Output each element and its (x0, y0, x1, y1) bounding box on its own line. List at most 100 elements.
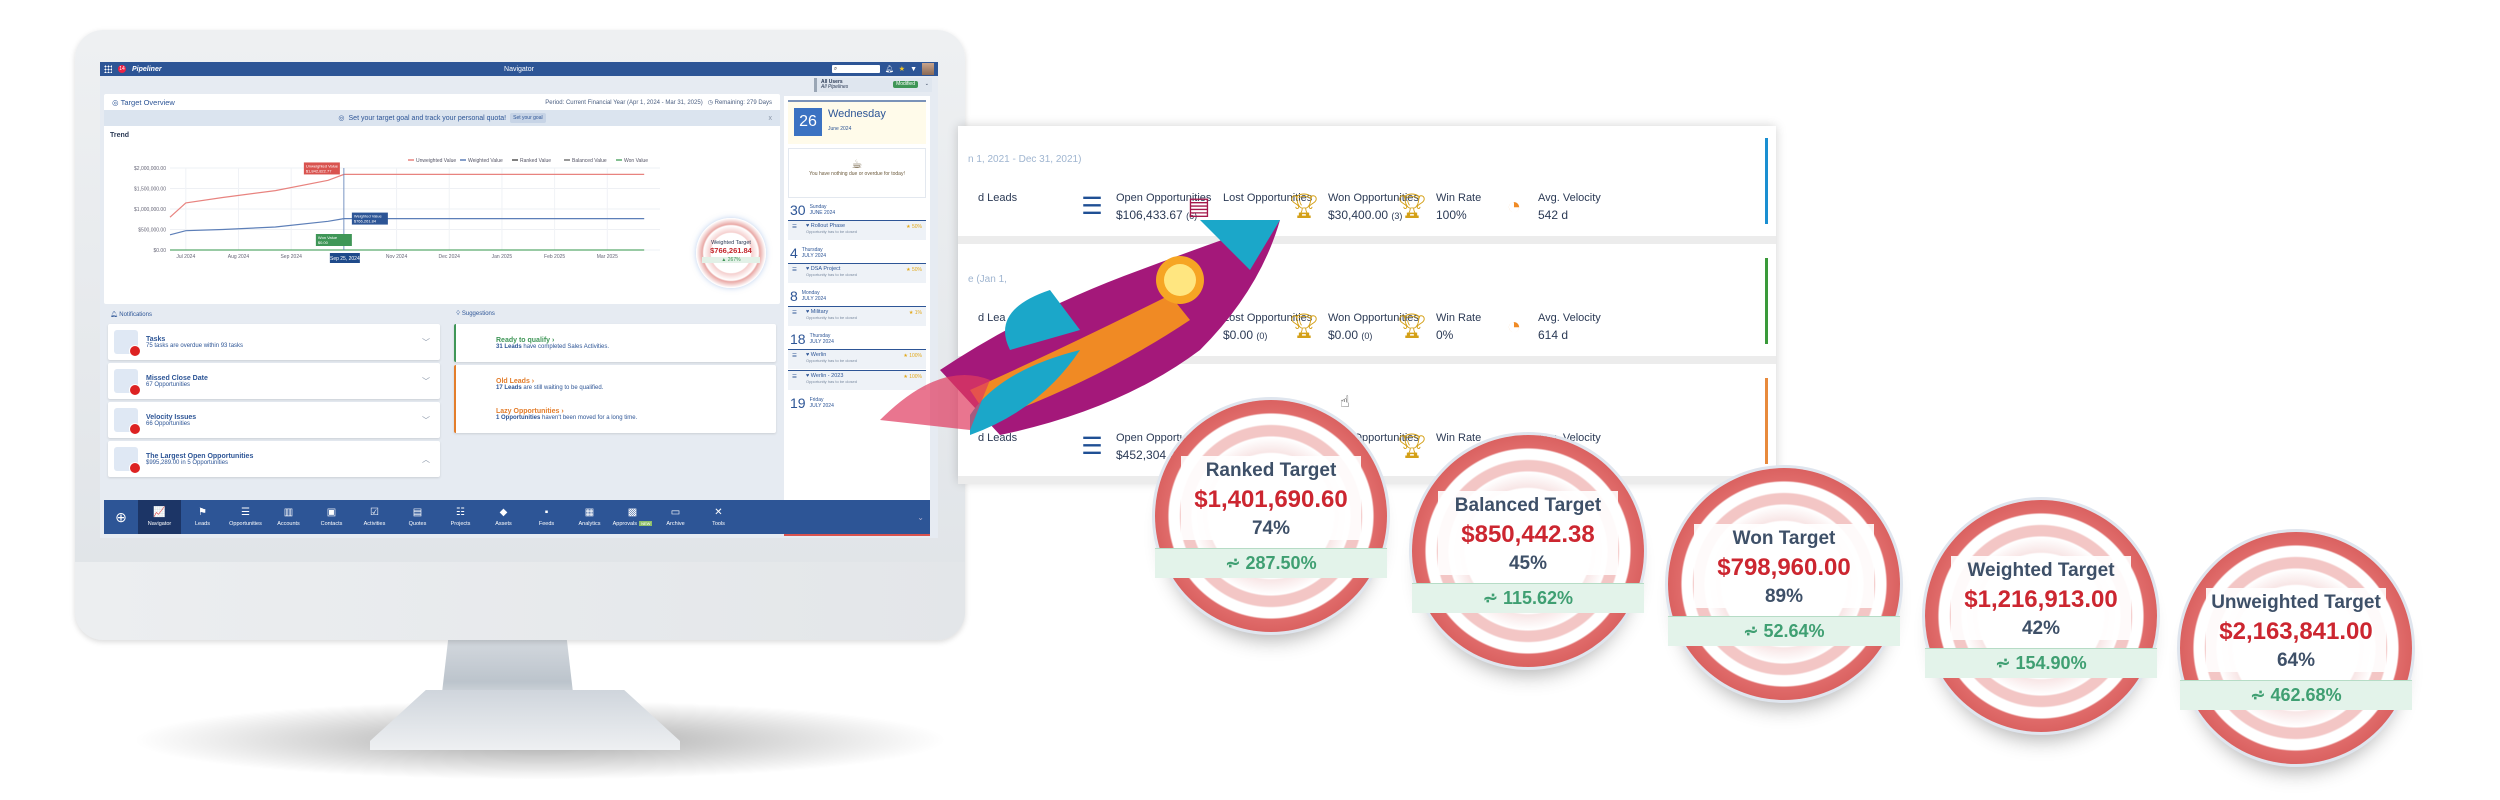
suggestion-title[interactable]: Old Leads › (496, 378, 770, 385)
remaining-value: 279 Days (746, 99, 772, 106)
apps-grid-icon[interactable] (104, 65, 112, 73)
suggestion-title[interactable]: Ready to qualify › (496, 337, 770, 344)
target-amount: $1,216,913.00 (1964, 586, 2118, 613)
series-line-weighted-value (169, 218, 645, 236)
star-icon[interactable]: ★ (899, 65, 905, 73)
notification-badge[interactable]: 14 (118, 65, 126, 73)
x-tick-label: Mar 2025 (597, 254, 618, 260)
chevron-down-icon[interactable]: ﹀ (422, 415, 430, 426)
target-change-value: 462.68% (2270, 685, 2342, 705)
badge-change-value: 267% (727, 257, 741, 263)
nav-item-assets[interactable]: ◆ Assets (482, 500, 525, 534)
list-icon: ☰ (792, 267, 797, 273)
suggestion-item[interactable]: Ready to qualify › 31 Leads have complet… (496, 328, 770, 358)
nav-label: Assets (495, 521, 512, 527)
nav-item-activities[interactable]: ☑ Activities (353, 500, 396, 534)
nav-label: Contacts (320, 521, 343, 527)
legend-label: Won Value (624, 158, 648, 164)
legend-label: Ranked Value (520, 158, 551, 164)
close-icon[interactable]: x (769, 115, 773, 122)
app-screen: 14 Pipeliner Navigator ⌕ 🔔︎ ★ ▼ All User… (100, 62, 938, 538)
stat-count: (0) (1361, 331, 1373, 341)
suggestions-header: 💡︎ Suggestions (456, 311, 495, 317)
opportunity-sub: Opportunity has to be closed (806, 315, 857, 320)
notification-card[interactable]: Tasks 75 tasks are overdue within 93 tas… (108, 324, 440, 360)
target-change: ⩫ 115.62% (1412, 583, 1644, 613)
target-badge-balanced-target[interactable]: Balanced Target $850,442.38 45% ⩫ 115.62% (1412, 435, 1644, 667)
leads-icon: ⚑ (198, 507, 207, 518)
suggestion-count: 31 Leads (496, 343, 522, 350)
nav-item-analytics[interactable]: ▦ Analytics (568, 500, 611, 534)
feeds-icon: ▪ (544, 507, 549, 518)
growth-icon: ⩫ (1482, 588, 1503, 608)
row-period: n 1, 2021 - Dec 31, 2021) (968, 154, 1082, 165)
period-value[interactable]: Current Financial Year (Apr 1, 2024 - Ma… (566, 100, 703, 106)
target-name: Balanced Target (1454, 495, 1602, 516)
tooltip-value: $0.00 (318, 240, 329, 245)
y-tick-label: $500,000.00 (138, 228, 166, 234)
target-badge-unweighted-target[interactable]: Unweighted Target $2,163,841.00 64% ⩫ 462.6… (2180, 532, 2412, 764)
search-input[interactable]: ⌕ (831, 65, 880, 73)
target-badge-ranked-target[interactable]: Ranked Target $1,401,690.60 74% ⩫ 287.50% (1155, 400, 1387, 632)
list-icon: ☰ (792, 374, 797, 380)
suggestion-title[interactable]: Lazy Opportunities › (496, 408, 770, 415)
nav-label: Quotes (408, 521, 427, 527)
expand-icon[interactable]: ⌄ (917, 513, 930, 522)
nav-item-contacts[interactable]: ▣ Contacts (310, 500, 353, 534)
target-amount: $798,960.00 (1717, 554, 1851, 581)
notification-card[interactable]: Velocity Issues 66 Opportunities ﹀ (108, 402, 440, 438)
nav-label: Projects (450, 521, 471, 527)
nav-item-quotes[interactable]: ▤ Quotes (396, 500, 439, 534)
nav-item-tools[interactable]: ✕ Tools (697, 500, 740, 534)
monitor-stand-base (370, 690, 680, 750)
target-badge-weighted-target[interactable]: Weighted Target $1,216,913.00 42% ⩫ 154.90% (1925, 500, 2157, 732)
user-filter[interactable]: All Users All Pipelines Modified ⌄ (814, 78, 932, 92)
nav-item-navigator[interactable]: 📈 Navigator (138, 500, 181, 534)
nav-item-opportunities[interactable]: ☰ Opportunities (224, 500, 267, 534)
date-day: 19 (790, 395, 806, 411)
list-icon: ☰ (792, 224, 797, 230)
nav-item-approvals[interactable]: ▩ Approvals NEW (611, 500, 654, 534)
archive-icon: ▭ (670, 507, 681, 518)
notification-card[interactable]: The Largest Open Opportunities $995,289.… (108, 441, 440, 477)
date-month: JULY 2024 (801, 296, 827, 302)
badge-change: ▲ 267% (702, 257, 760, 263)
analytics-icon: ▦ (584, 507, 595, 518)
suggestion-card[interactable]: Ready to qualify › 31 Leads have complet… (454, 324, 776, 362)
suggestion-item[interactable]: Lazy Opportunities › 1 Opportunities hav… (496, 399, 770, 429)
legend-label: Unweighted Value (416, 158, 456, 164)
bell-icon[interactable]: 🔔︎ (885, 65, 894, 73)
y-tick-label: $1,000,000.00 (134, 207, 166, 213)
nav-item-feeds[interactable]: ▪ Feeds (525, 500, 568, 534)
coffee-cup-icon: ☕︎ (851, 157, 863, 171)
tooltip-value: $766,261.84 (354, 219, 377, 224)
target-change: ⩫ 462.68% (2180, 680, 2412, 710)
contacts-icon: ▣ (326, 507, 337, 518)
nav-item-leads[interactable]: ⚑ Leads (181, 500, 224, 534)
x-tick-label: Nov 2024 (386, 254, 408, 260)
add-button[interactable]: ⊕ (104, 509, 138, 526)
chevron-down-icon[interactable]: ﹀ (422, 376, 430, 387)
chevron-down-icon[interactable]: ﹀ (422, 337, 430, 348)
nav-item-archive[interactable]: ▭ Archive (654, 500, 697, 534)
stat-value: $0.00 (1328, 328, 1359, 342)
suggestion-card[interactable]: Old Leads › 17 Leads are still waiting t… (454, 365, 776, 433)
tooltip-value: $1,842,822.77 (306, 168, 332, 173)
avatar[interactable] (922, 63, 934, 75)
nav-item-accounts[interactable]: ▥ Accounts (267, 500, 310, 534)
opportunity-sub: Opportunity has to be closed (806, 358, 857, 363)
suggestion-item[interactable]: Old Leads › 17 Leads are still waiting t… (496, 369, 770, 399)
accounts-icon: ▥ (283, 507, 294, 518)
stat-block: 🏆︎ Win Rate 0% (1396, 312, 1481, 342)
stat-label: Win Rate (1436, 192, 1482, 204)
graduation-cap-icon[interactable]: ▼ (910, 66, 917, 73)
chevron-up-icon[interactable]: ︿ (422, 454, 430, 465)
notification-card[interactable]: Missed Close Date 67 Opportunities ﹀ (108, 363, 440, 399)
stat-label: Win Rate (1436, 432, 1482, 444)
y-tick-label: $1,500,000.00 (134, 187, 166, 193)
chevron-down-icon[interactable]: ⌄ (925, 82, 929, 87)
modified-badge: Modified (893, 81, 918, 88)
nav-item-projects[interactable]: ☷ Projects (439, 500, 482, 534)
target-badge-won-target[interactable]: Won Target $798,960.00 89% ⩫ 52.64% (1668, 468, 1900, 700)
set-goal-button[interactable]: Set your goal (510, 113, 546, 123)
